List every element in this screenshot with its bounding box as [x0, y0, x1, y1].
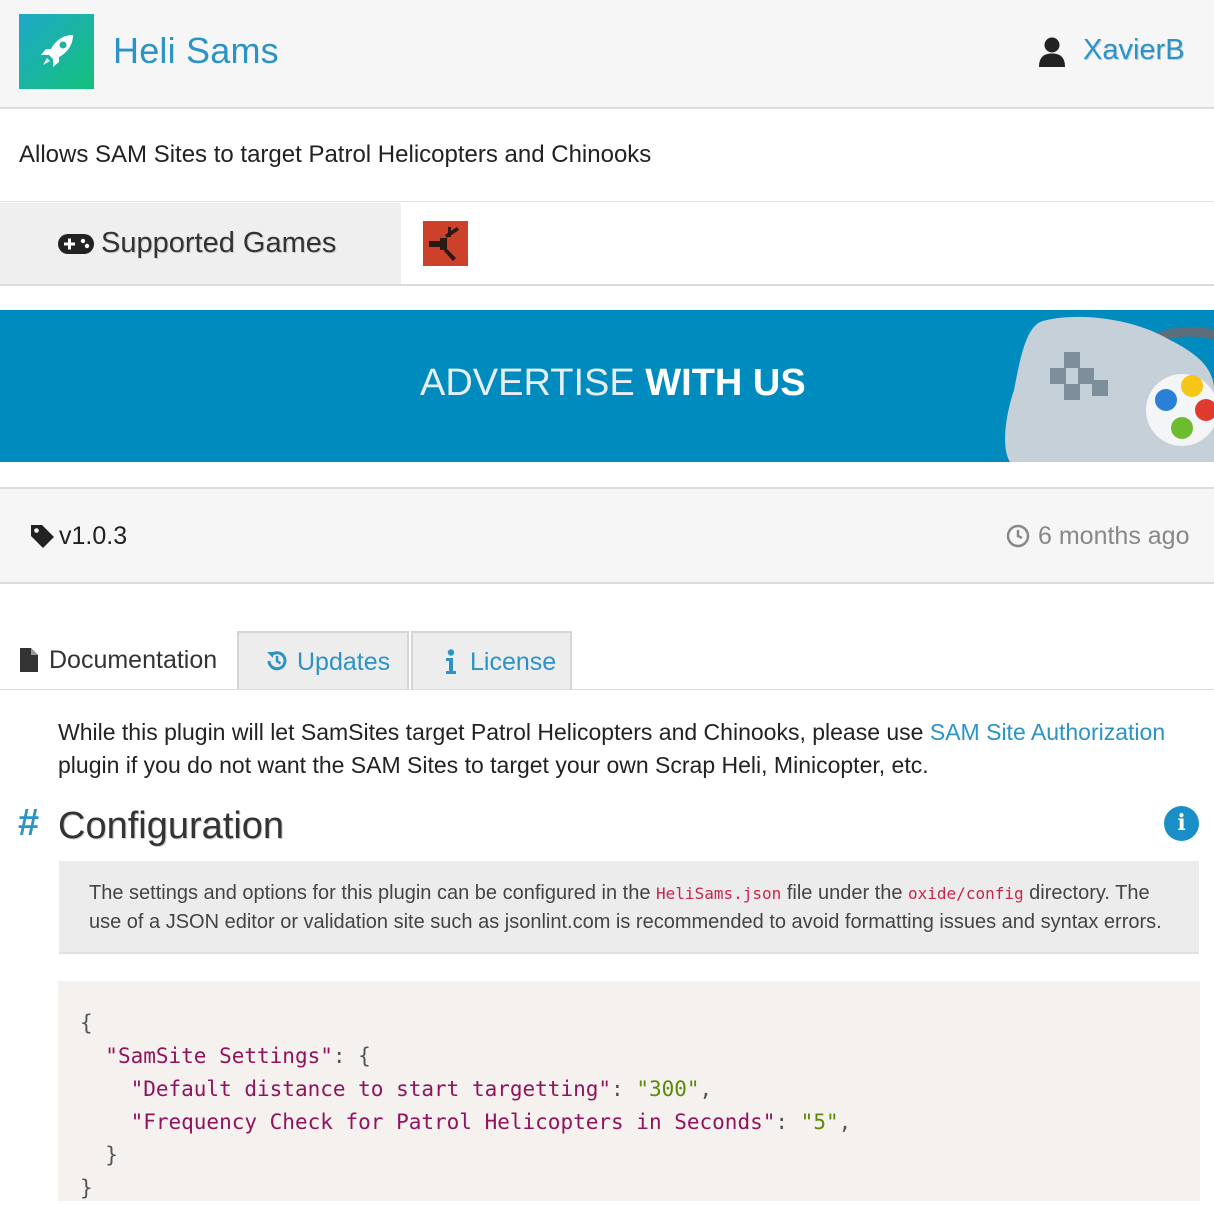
version-label: v1.0.3 — [59, 522, 128, 550]
intro-paragraph: While this plugin will let SamSites targ… — [58, 719, 1166, 778]
config-note: The settings and options for this plugin… — [59, 861, 1199, 954]
info-button[interactable]: i — [1164, 806, 1199, 841]
sam-site-authorization-link[interactable]: SAM Site Authorization — [930, 719, 1165, 745]
plugin-title[interactable]: Heli Sams — [113, 30, 279, 72]
advertise-banner[interactable]: ADVERTISE WITH US — [0, 310, 1214, 462]
controller-illustration-icon — [1005, 316, 1214, 462]
section-anchor-link[interactable]: # — [18, 802, 39, 845]
release-info-bar: v1.0.3 6 months ago — [0, 487, 1214, 584]
gamepad-icon — [58, 234, 94, 254]
file-icon — [20, 648, 38, 672]
history-icon — [267, 651, 287, 671]
supported-games-row: Supported Games — [0, 203, 1214, 286]
config-directory: oxide/config — [908, 884, 1024, 903]
tab-documentation[interactable]: Documentation — [0, 631, 236, 689]
tabs-divider — [0, 689, 1214, 690]
author-link[interactable]: XavierB — [1083, 34, 1185, 67]
clock-icon — [1006, 524, 1030, 548]
plugin-logo[interactable] — [19, 14, 94, 89]
configuration-heading: Configuration — [58, 805, 285, 847]
divider — [0, 201, 1214, 202]
tag-icon — [31, 525, 54, 548]
supported-games-label-box: Supported Games — [0, 203, 401, 284]
config-code-block: { "SamSite Settings": { "Default distanc… — [58, 981, 1200, 1201]
info-icon — [446, 649, 456, 674]
tab-updates[interactable]: Updates — [237, 631, 409, 689]
rust-logo-icon — [429, 227, 459, 261]
user-icon — [1039, 37, 1065, 67]
rocket-icon — [41, 35, 73, 67]
supported-games-label: Supported Games — [101, 227, 337, 259]
plugin-description: Allows SAM Sites to target Patrol Helico… — [19, 141, 652, 168]
tab-license[interactable]: License — [411, 631, 572, 689]
site-header: Heli Sams XavierB — [0, 0, 1214, 109]
config-filename: HeliSams.json — [656, 884, 782, 903]
rust-game-icon[interactable] — [423, 221, 468, 266]
tab-updates-label: Updates — [297, 648, 391, 676]
advertise-text: ADVERTISE WITH US — [420, 362, 806, 404]
tab-documentation-label: Documentation — [49, 646, 218, 674]
tab-license-label: License — [470, 648, 557, 676]
updated-time: 6 months ago — [1038, 522, 1190, 550]
